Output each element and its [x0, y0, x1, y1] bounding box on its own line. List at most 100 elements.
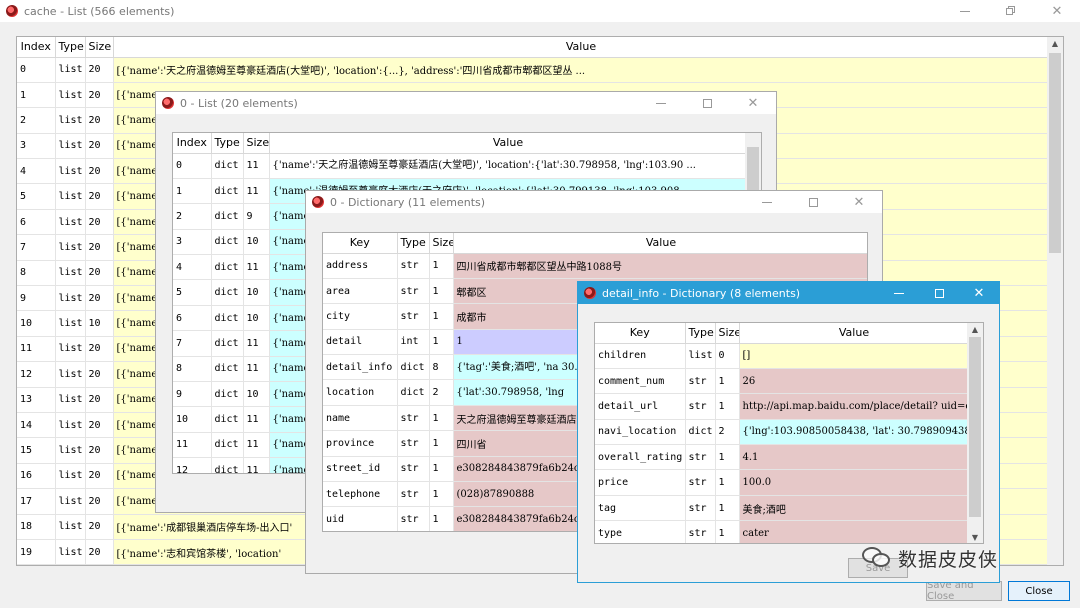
close-icon[interactable]: ✕ [730, 92, 776, 114]
cell-key: comment_num [595, 368, 686, 395]
table-row[interactable]: tag str 1 美食;酒吧 [595, 495, 970, 522]
cell-idx: 4 [17, 158, 56, 185]
cell-value: 四川省成都市郫都区望丛中路1088号 [453, 253, 867, 279]
minimize-icon[interactable] [879, 282, 919, 304]
column-header[interactable]: Size [85, 37, 114, 58]
restore-icon[interactable] [988, 0, 1034, 22]
table-row[interactable]: navi_location dict 2 {'lng':103.90850058438… [595, 419, 970, 446]
detail-titlebar[interactable]: detail_info - Dictionary (8 elements) ✕ [578, 282, 999, 304]
scroll-up-icon[interactable]: ▲ [967, 323, 983, 337]
cell-idx: 8 [17, 260, 56, 287]
close-icon[interactable]: ✕ [836, 191, 882, 213]
cell-value: [] [739, 343, 970, 369]
cell-key: price [595, 469, 686, 496]
column-header[interactable]: Value [739, 323, 970, 344]
cell-size: 20 [85, 285, 114, 312]
minimize-icon[interactable] [638, 92, 684, 114]
detail-table[interactable]: Key ^ Type Size Value children list 0[] comment… [594, 322, 984, 544]
maximize-icon[interactable] [919, 282, 959, 304]
cell-key: city [323, 303, 398, 330]
cell-value: {'name':'天之府温德姆至尊豪廷酒店(大堂吧)', 'location':… [269, 153, 748, 179]
cell-size: 8 [429, 354, 454, 381]
cell-idx: 11 [173, 432, 212, 459]
column-header[interactable]: Type [55, 37, 86, 58]
cell-type: list [55, 539, 86, 565]
table-row[interactable]: 0 list 20 [{'name':'天之府温德姆至尊豪廷酒店(大堂吧)', 'lo… [17, 57, 1050, 83]
column-header[interactable]: Value [269, 133, 748, 154]
scroll-thumb[interactable] [969, 337, 981, 517]
cell-size: 20 [85, 463, 114, 490]
cell-value: 4.1 [739, 444, 970, 471]
cell-size: 20 [85, 336, 114, 363]
cell-type: dict [211, 178, 244, 205]
cell-idx: 3 [17, 133, 56, 160]
column-header[interactable]: Size [715, 323, 740, 344]
column-header[interactable]: Value [113, 37, 1050, 58]
main-close-button[interactable]: Close [1008, 581, 1070, 601]
table-row[interactable]: price str 1 100.0 [595, 469, 970, 496]
cell-size: 20 [85, 82, 114, 109]
table-row[interactable]: children list 0[] [595, 343, 970, 369]
column-header[interactable]: Type [685, 323, 716, 344]
close-icon[interactable]: ✕ [1034, 0, 1080, 22]
cell-idx: 12 [17, 361, 56, 388]
column-header[interactable]: Index ^ [17, 37, 56, 58]
maximize-icon[interactable] [790, 191, 836, 213]
cell-size: 1 [429, 278, 454, 305]
wechat-icon [862, 545, 892, 571]
table-row[interactable]: comment_num str 1 26 [595, 368, 970, 395]
cell-size: 2 [715, 419, 740, 446]
cell-value: http://api.map.baidu.com/place/detail? u… [739, 393, 970, 420]
cell-size: 20 [85, 539, 114, 565]
cell-size: 11 [243, 330, 270, 357]
cell-idx: 12 [173, 457, 212, 473]
cell-key: street_id [323, 456, 398, 483]
main-titlebar[interactable]: cache - List (566 elements) ✕ [0, 0, 1080, 22]
cell-size: 11 [243, 432, 270, 459]
cell-type: list [55, 57, 86, 83]
list-titlebar[interactable]: 0 - List (20 elements) ✕ [156, 92, 776, 114]
close-icon[interactable]: ✕ [959, 282, 999, 304]
main-save-close-button[interactable]: Save and Close [926, 580, 1002, 602]
cell-type: dict [211, 330, 244, 357]
cell-type: dict [211, 356, 244, 383]
detail-scrollbar[interactable]: ▲ ▼ [967, 323, 983, 543]
cell-idx: 5 [173, 279, 212, 306]
cell-key: name [323, 405, 398, 432]
column-header[interactable]: Type [397, 233, 430, 254]
cell-type: list [55, 361, 86, 388]
column-header[interactable]: Key ^ [595, 323, 686, 344]
column-header[interactable]: Index ^ [173, 133, 212, 154]
maximize-icon[interactable] [684, 92, 730, 114]
column-header[interactable]: Value [453, 233, 867, 254]
dict-titlebar[interactable]: 0 - Dictionary (11 elements) ✕ [306, 191, 882, 213]
column-header[interactable]: Size [429, 233, 454, 254]
cell-size: 1 [429, 506, 454, 531]
cell-size: 1 [429, 405, 454, 432]
cell-value: cater [739, 520, 970, 543]
ladybug-icon [162, 97, 174, 109]
scroll-up-icon[interactable]: ▲ [1047, 37, 1063, 51]
table-row[interactable]: address str 1 四川省成都市郫都区望丛中路1088号 [323, 253, 867, 279]
cell-idx: 5 [17, 183, 56, 210]
cell-idx: 0 [173, 153, 212, 179]
column-header[interactable]: Size [243, 133, 270, 154]
cell-value: {'lng':103.90850058438, 'lat': 30.798909… [739, 419, 970, 446]
cell-idx: 4 [173, 254, 212, 281]
table-row[interactable]: detail_url str 1 http://api.map.baidu.com/p… [595, 393, 970, 420]
sort-arrow-icon: ^ [636, 323, 643, 328]
cell-key: detail_info [323, 354, 398, 381]
main-scrollbar[interactable]: ▲ [1047, 37, 1063, 565]
table-row[interactable]: overall_rating str 1 4.1 [595, 444, 970, 471]
minimize-icon[interactable] [744, 191, 790, 213]
table-row[interactable]: type str 1 cater [595, 520, 970, 543]
cell-size: 20 [85, 437, 114, 464]
minimize-icon[interactable] [942, 0, 988, 22]
column-header[interactable]: Type [211, 133, 244, 154]
cell-type: list [55, 310, 86, 337]
table-row[interactable]: 0 dict 11 {'name':'天之府温德姆至尊豪廷酒店(大堂吧)', 'loc… [173, 153, 748, 179]
cell-type: list [55, 514, 86, 540]
scroll-thumb[interactable] [1049, 53, 1061, 253]
cell-type: str [397, 456, 430, 483]
column-header[interactable]: Key ^ [323, 233, 398, 254]
